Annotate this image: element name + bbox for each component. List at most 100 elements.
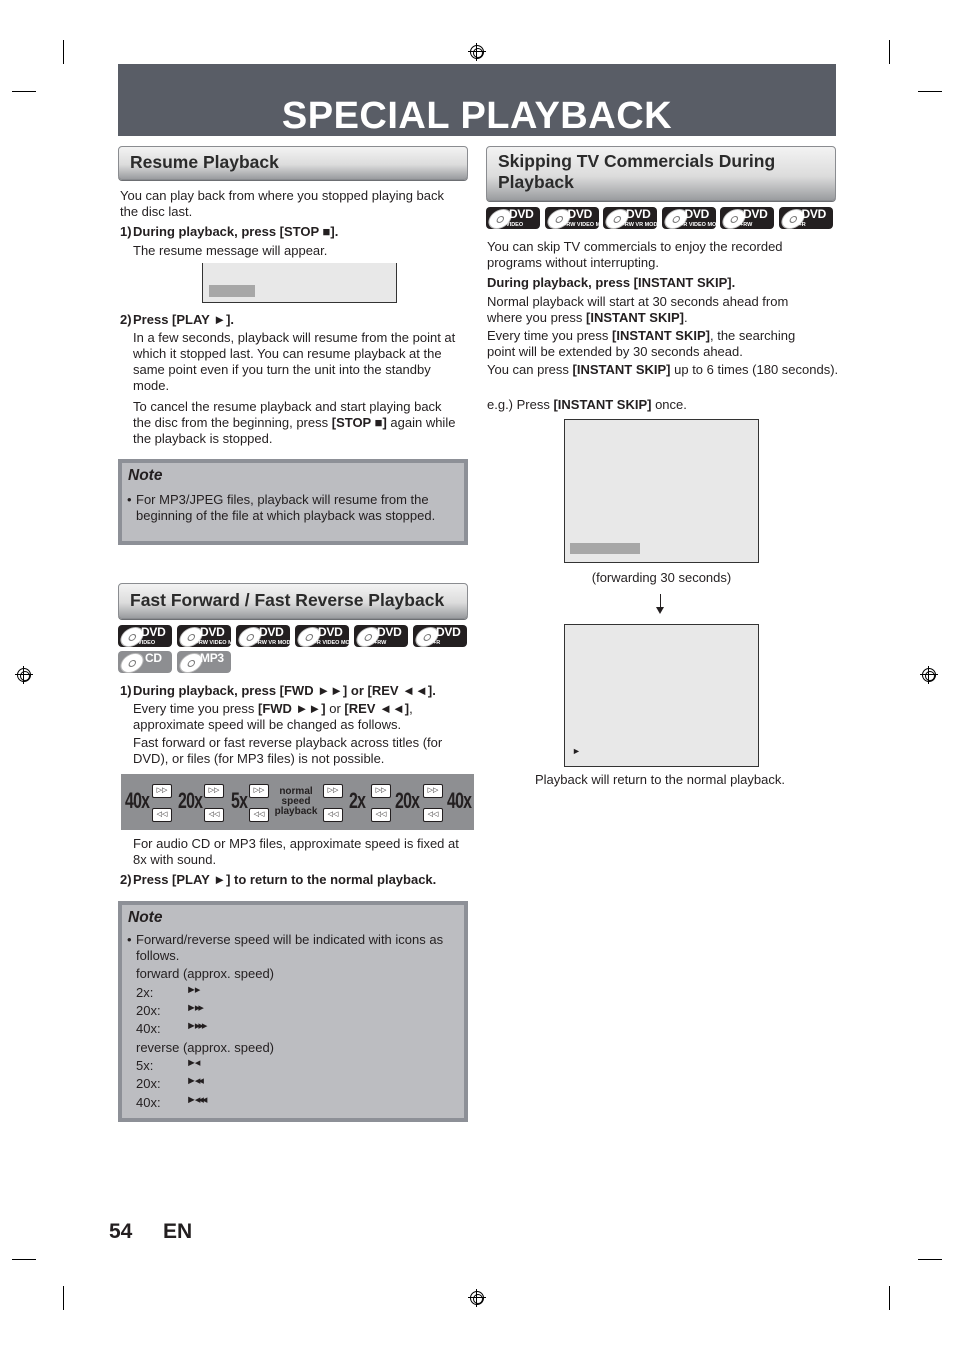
text: once.: [651, 397, 687, 412]
disc-sublabel: +RW: [740, 222, 753, 228]
disc-dvd-rw-icon: DVD +RW: [354, 625, 408, 647]
speed-label: 20x: [178, 788, 203, 813]
fast-step1-desc: Every time you press [FWD ►►] or [REV ◄◄…: [133, 701, 463, 733]
disc-sublabel: +RW: [374, 640, 387, 646]
section-heading-text: Resume Playback: [130, 152, 279, 172]
speed-2x: 2x:: [136, 985, 154, 1000]
disc-label: CD: [145, 651, 162, 665]
text: up to 6 times (180 seconds).: [670, 362, 839, 377]
skip-paragraph-2: Every time you press [INSTANT SKIP], the…: [487, 328, 817, 360]
fwd-rev-buttons-icon: ▷▷ ◁◁: [323, 784, 343, 832]
disc-sublabel: VIDEO: [506, 222, 524, 228]
resume-step2-desc: In a few seconds, playback will resume f…: [133, 330, 456, 393]
key-instant-skip: [INSTANT SKIP]: [586, 310, 684, 325]
crop-mark: [12, 1259, 36, 1260]
crop-mark: [63, 40, 64, 64]
disc-sublabel: -RW VR MODE: [256, 640, 290, 646]
disc-dvd-r-icon: DVD +R: [413, 625, 467, 647]
disc-dvd-r-video-mode-icon: DVD-R VIDEO MODE: [661, 207, 716, 229]
speed-40x: 40x:: [136, 1095, 161, 1110]
note-title: Note: [128, 909, 163, 926]
note-text: For MP3/JPEG files, playback will resume…: [136, 492, 436, 523]
key-instant-skip: [INSTANT SKIP]: [553, 397, 652, 412]
text: You can press: [487, 362, 573, 377]
skip-paragraph-3: You can press [INSTANT SKIP] up to 6 tim…: [487, 362, 847, 378]
fast-step1-label: During playback, press [FWD ►►] or [REV …: [133, 683, 436, 698]
fast-step2-number: 2): [120, 872, 132, 887]
disc-dvd-video-icon: DVD VIDEO: [486, 207, 540, 229]
crop-mark: [63, 1286, 64, 1310]
registration-mark-icon: [920, 666, 938, 684]
skip-progress-bar: [570, 543, 640, 554]
disc-dvd-rw-vr-mode-icon: DVD-RW VR MODE: [236, 625, 290, 647]
speed-diagram: 40x ▷▷ ◁◁ 20x ▷▷ ◁◁ 5x ▷▷ ◁◁ normal speed p…: [121, 774, 474, 830]
section-heading-skip: Skipping TV Commercials During Playback: [486, 146, 836, 201]
disc-label: DVD: [200, 625, 225, 639]
heading-line: Playback: [498, 172, 574, 192]
disc-dvd-r-icon: DVD +R: [778, 207, 833, 229]
speed-label: 40x: [447, 788, 472, 813]
disc-label: DVD: [626, 207, 651, 221]
text: Every time you press: [487, 328, 612, 343]
note-title: Note: [128, 467, 163, 484]
disc-sublabel: VIDEO: [138, 640, 156, 646]
text: or: [325, 701, 345, 716]
disc-sublabel: -RW VIDEO MODE: [564, 222, 599, 228]
fwd-rev-buttons-icon: ▷▷ ◁◁: [152, 784, 172, 832]
disc-dvd-rw-video-mode-icon: DVD-RW VIDEO MODE: [177, 625, 231, 647]
speed-label: 20x: [395, 788, 420, 813]
text: playback: [274, 806, 318, 817]
disc-label: DVD: [567, 207, 593, 221]
text: e.g.) Press: [487, 397, 554, 412]
skip-intro: You can skip TV commercials to enjoy the…: [487, 239, 783, 270]
speed-label: 40x: [125, 788, 150, 813]
bullet: •: [127, 492, 132, 507]
disc-sublabel: -R VIDEO MODE: [681, 222, 716, 228]
key-rev: [REV ◄◄]: [344, 701, 410, 716]
caption-forwarding: (forwarding 30 seconds): [591, 570, 732, 585]
speed-label: 5x: [231, 788, 248, 813]
skip-screen-normal: ►: [564, 624, 759, 767]
section-heading-text: Fast Forward / Fast Reverse Playback: [130, 590, 445, 610]
crop-mark: [889, 1286, 890, 1310]
disc-label: DVD: [141, 625, 166, 639]
fast-step2-label: Press [PLAY ►] to return to the normal p…: [133, 872, 437, 887]
text: Every time you press: [133, 701, 258, 716]
disc-label: DVD: [509, 207, 534, 221]
fast-step1-desc-2: Fast forward or fast reverse playback ac…: [133, 735, 443, 766]
resume-note-box: Note • For MP3/JPEG files, playback will…: [118, 459, 468, 545]
skip-screen-forwarding: [564, 419, 759, 563]
disc-sublabel: -R VIDEO MODE: [315, 640, 349, 646]
key-instant-skip: [INSTANT SKIP]: [612, 328, 710, 343]
page-number: 54: [109, 1220, 133, 1243]
speed-20x: 20x:: [136, 1003, 161, 1018]
section-heading-fast-forward: Fast Forward / Fast Reverse Playback: [118, 583, 468, 619]
disc-sublabel: -RW VR MODE: [623, 222, 657, 228]
resume-step1-number: 1): [120, 224, 132, 239]
heading-line: Skipping TV Commercials During: [498, 151, 776, 171]
down-arrow-icon: [656, 594, 664, 614]
disc-label: DVD: [377, 625, 402, 639]
speed-40x: 40x:: [136, 1021, 161, 1036]
disc-sublabel: +R: [433, 640, 441, 646]
reverse-40x-icon: ►◂◂◂: [186, 1094, 208, 1106]
resume-step1-desc: The resume message will appear.: [133, 243, 328, 258]
note-text: Forward/reverse speed will be indicated …: [136, 932, 444, 963]
disc-label: DVD: [684, 207, 710, 221]
disc-label: MP3: [200, 651, 224, 665]
bullet: •: [127, 932, 132, 947]
disc-label: DVD: [259, 625, 284, 639]
title-banner: SPECIAL PLAYBACK: [118, 64, 836, 137]
forward-2x-icon: ►▸: [186, 984, 200, 996]
disc-label: DVD: [436, 625, 461, 639]
speed-label: 2x: [349, 788, 366, 813]
text: .: [683, 310, 688, 325]
disc-sublabel: -RW VIDEO MODE: [197, 640, 231, 646]
crop-mark: [918, 1259, 942, 1260]
resume-step1-label: During playback, press [STOP ■].: [133, 224, 339, 239]
fwd-rev-buttons-icon: ▷▷ ◁◁: [204, 784, 224, 832]
resume-intro: You can play back from where you stopped…: [120, 188, 444, 219]
fast-step1-number: 1): [120, 683, 132, 698]
reverse-20x-icon: ►◂◂: [186, 1075, 204, 1087]
forward-40x-icon: ►▸▸▸: [186, 1020, 208, 1032]
